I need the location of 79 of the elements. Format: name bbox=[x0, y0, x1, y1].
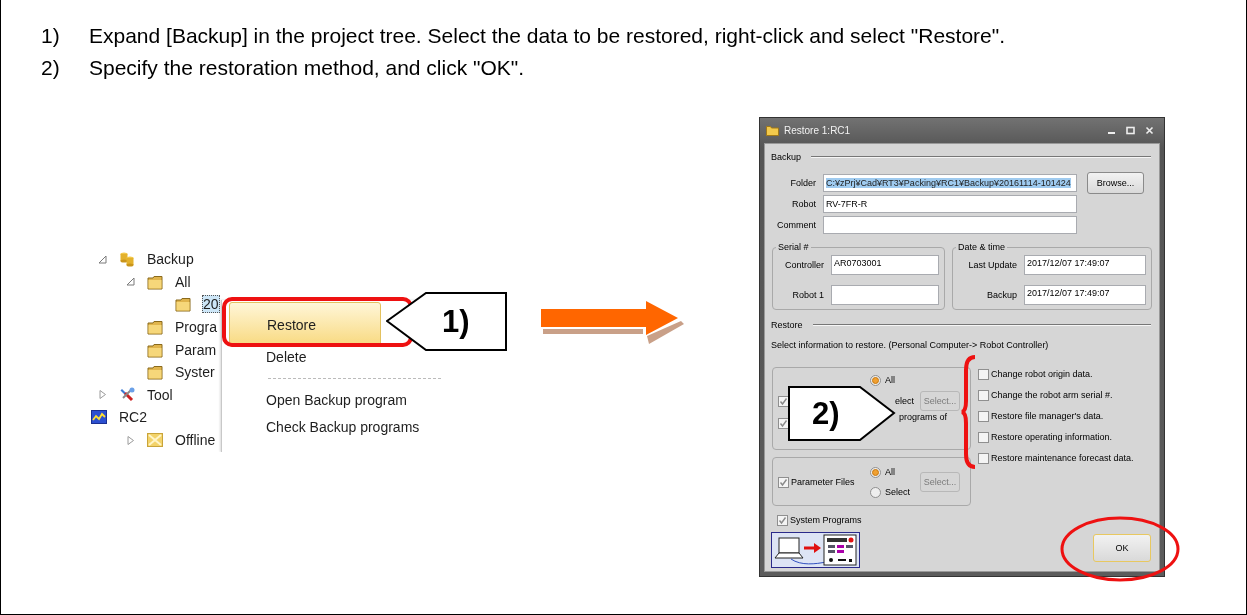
checkbox[interactable] bbox=[978, 431, 989, 443]
caret-icon[interactable] bbox=[126, 435, 135, 445]
menu-item[interactable]: Open Backup program bbox=[222, 389, 447, 411]
tools-icon bbox=[119, 386, 135, 403]
radio-label: elect bbox=[895, 396, 914, 406]
radio-label: All bbox=[885, 375, 895, 385]
checkbox[interactable] bbox=[978, 389, 989, 401]
section-heading: Backup bbox=[771, 152, 802, 162]
tree-item[interactable]: Param bbox=[174, 340, 218, 359]
maximize-icon[interactable] bbox=[1126, 126, 1135, 135]
caret-icon[interactable] bbox=[98, 254, 107, 264]
field-label: Last Update bbox=[967, 260, 1018, 270]
checkbox[interactable] bbox=[777, 514, 788, 526]
field-label: Comment bbox=[776, 219, 817, 230]
step-text: Expand [Backup] in the project tree. Select the data to be restored, right-click and select "Restore". bbox=[89, 23, 1007, 49]
tree-item[interactable]: Tool bbox=[146, 385, 174, 404]
callout: 2) bbox=[788, 386, 896, 441]
radio-label: Select bbox=[885, 487, 910, 497]
folder-icon bbox=[147, 341, 163, 358]
ok-button[interactable]: OK bbox=[1093, 534, 1151, 562]
window-title: Restore 1:RC1 bbox=[784, 125, 851, 136]
instruction-text: Select information to restore. (Personal Computer-> Robot Controller) bbox=[771, 340, 1050, 352]
tree-item[interactable]: 20 bbox=[202, 295, 220, 314]
input-field[interactable]: RV-7FR-R bbox=[823, 194, 1077, 213]
field-label: Robot bbox=[790, 198, 817, 209]
folder-icon bbox=[147, 319, 163, 336]
crossed-box-icon bbox=[147, 432, 163, 449]
radio-button[interactable] bbox=[870, 374, 881, 386]
step-text: Specify the restoration method, and click "OK". bbox=[89, 55, 526, 81]
field-label: Robot 1 bbox=[791, 290, 825, 300]
input-field[interactable] bbox=[831, 285, 939, 305]
cylinders-icon bbox=[119, 251, 135, 268]
checkbox[interactable] bbox=[778, 417, 789, 429]
input-field[interactable]: 2017/12/07 17:49:07 bbox=[1024, 255, 1146, 275]
group-heading: Date & time bbox=[957, 242, 1007, 252]
input-field[interactable]: 2017/12/07 17:49:07 bbox=[1024, 285, 1146, 305]
section-heading: Restore bbox=[771, 320, 803, 330]
input-field[interactable]: C:¥zPrj¥Cad¥RT3¥Packing¥RC1¥Backup¥20161114-101424 bbox=[823, 173, 1077, 192]
tree-item[interactable]: Offline bbox=[174, 431, 217, 450]
radio-button[interactable] bbox=[870, 486, 881, 498]
tree-item[interactable]: RC2 bbox=[118, 408, 148, 427]
folder-icon bbox=[147, 364, 163, 381]
checkbox-label: Restore file manager's data. bbox=[991, 411, 1104, 421]
checkbox[interactable] bbox=[778, 395, 789, 407]
menu-item[interactable]: Check Backup programs bbox=[222, 411, 447, 442]
checkbox-label: Restore operating information. bbox=[991, 432, 1113, 442]
folder-icon bbox=[175, 296, 191, 313]
checkbox-label: Restore maintenance forecast data. bbox=[991, 453, 1134, 463]
checkbox[interactable] bbox=[978, 368, 989, 380]
checkbox-label: programs of bbox=[899, 412, 948, 422]
close-icon[interactable] bbox=[1145, 126, 1154, 135]
checkbox-label: System Programs bbox=[790, 515, 862, 525]
checkbox-label: Change the robot arm serial #. bbox=[991, 390, 1113, 400]
tree-item[interactable]: Progra bbox=[174, 318, 219, 337]
tree-item[interactable]: All bbox=[174, 272, 192, 291]
radio-label: All bbox=[885, 467, 895, 477]
tree-item[interactable]: Backup bbox=[146, 250, 195, 269]
tree-item[interactable]: Syster bbox=[174, 363, 216, 382]
checkbox-label: Parameter Files bbox=[791, 477, 855, 487]
checkbox[interactable] bbox=[978, 410, 989, 422]
caret-icon[interactable] bbox=[126, 277, 135, 287]
browse-button[interactable]: Browse... bbox=[1087, 171, 1144, 194]
radio-button[interactable] bbox=[870, 466, 881, 478]
input-field[interactable]: AR0703001 bbox=[831, 255, 939, 275]
checkbox[interactable] bbox=[778, 476, 789, 488]
checkbox[interactable] bbox=[978, 452, 989, 464]
field-label: Backup bbox=[985, 290, 1018, 300]
input-field[interactable] bbox=[823, 215, 1077, 234]
group-heading: Serial # bbox=[777, 242, 810, 252]
checkbox-label: Change robot origin data. bbox=[991, 369, 1093, 379]
step-number: 1) bbox=[41, 23, 61, 49]
step-number: 2) bbox=[41, 55, 61, 81]
field-label: Folder bbox=[789, 177, 817, 188]
folder-icon bbox=[766, 125, 779, 136]
wave-icon bbox=[91, 409, 107, 426]
callout: 1) bbox=[386, 292, 507, 351]
caret-icon[interactable] bbox=[98, 390, 107, 400]
folder-icon bbox=[147, 273, 163, 290]
field-label: Controller bbox=[784, 260, 825, 270]
